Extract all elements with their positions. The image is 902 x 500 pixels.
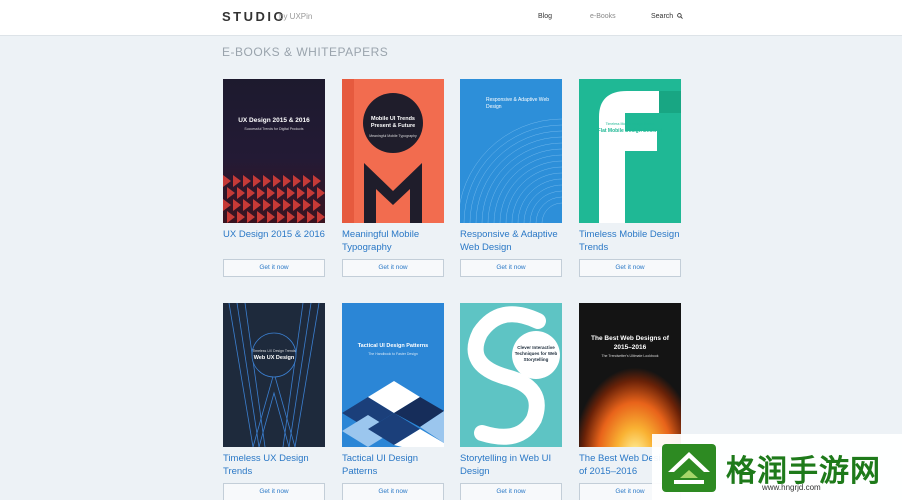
ebook-card: Mobile UI Trends Present & Future Meanin…: [342, 79, 444, 277]
ebook-cover[interactable]: Responsive & Adaptive Web Design: [460, 79, 562, 223]
ebook-title-link[interactable]: Meaningful Mobile Typography: [342, 229, 444, 254]
cover-subtitle: Successful Trends for Digital Products: [244, 127, 304, 131]
nav-ebooks-link[interactable]: e-Books: [590, 13, 616, 20]
get-it-now-button[interactable]: Get it now: [223, 259, 325, 277]
cover-title: Responsive & Adaptive Web Design: [486, 97, 550, 110]
ebook-cover[interactable]: Tactical UI Design Patterns The Handbook…: [342, 303, 444, 447]
cover-subtitle: The Trendsetter's Ultimate Lookbook: [601, 354, 659, 358]
ebook-title-link[interactable]: UX Design 2015 & 2016: [223, 229, 325, 254]
get-it-now-button[interactable]: Get it now: [460, 483, 562, 500]
nav-search-link[interactable]: Search: [651, 13, 683, 20]
cover-art: [579, 79, 681, 223]
ebook-cover[interactable]: Timeless UX Design Trends Web UX Design: [223, 303, 325, 447]
cover-subtitle: Timeless Mobile Design Trends: [605, 122, 655, 126]
cover-title: Mobile UI Trends Present & Future: [370, 116, 416, 129]
watermark-url: www.hngrjd.com: [762, 483, 821, 492]
ebook-card: Flat Mobile Design Evolved Timeless Mobi…: [579, 79, 681, 277]
cover-title: UX Design 2015 & 2016: [238, 117, 310, 124]
ebook-title-link[interactable]: Responsive & Adaptive Web Design: [460, 229, 562, 254]
ebook-card: Responsive & Adaptive Web Design Respons…: [460, 79, 562, 277]
ebook-card: Tactical UI Design Patterns The Handbook…: [342, 303, 444, 500]
cover-title: Clever Interactive Techniques for Web St…: [514, 345, 558, 362]
ebook-title-link[interactable]: Timeless UX Design Trends: [223, 453, 325, 478]
ebook-cover[interactable]: The Best Web Designs of 2015–2016 The Tr…: [579, 303, 681, 447]
by-uxpin-label: by UXPin: [279, 12, 313, 21]
get-it-now-button[interactable]: Get it now: [223, 483, 325, 500]
get-it-now-button[interactable]: Get it now: [342, 259, 444, 277]
watermark-logo-icon: [662, 444, 716, 492]
ebook-cover[interactable]: UX Design 2015 & 2016 Successful Trends …: [223, 79, 325, 223]
get-it-now-button[interactable]: Get it now: [460, 259, 562, 277]
cover-art: [460, 303, 562, 447]
cover-art: [223, 303, 325, 447]
ebook-card: Timeless UX Design Trends Web UX Design …: [223, 303, 325, 500]
ebook-title-link[interactable]: Tactical UI Design Patterns: [342, 453, 444, 478]
cover-title: Web UX Design: [253, 355, 295, 361]
site-watermark: 格润手游网 www.hngrjd.com: [652, 434, 902, 500]
cover-subtitle: Timeless UX Design Trends: [252, 349, 296, 353]
cover-art: [223, 79, 325, 223]
nav-blog-link[interactable]: Blog: [538, 13, 552, 20]
cover-title: Flat Mobile Design Evolved: [597, 128, 663, 134]
cover-subtitle: The Handbook to Faster Design: [368, 352, 418, 356]
ebook-cover[interactable]: Flat Mobile Design Evolved Timeless Mobi…: [579, 79, 681, 223]
studio-logo[interactable]: STUDIO: [222, 9, 286, 24]
top-navigation-bar: STUDIO by UXPin Blog e-Books Search: [0, 0, 902, 36]
cover-title: Tactical UI Design Patterns: [357, 343, 429, 349]
ebook-cover[interactable]: Mobile UI Trends Present & Future Meanin…: [342, 79, 444, 223]
get-it-now-button[interactable]: Get it now: [342, 483, 444, 500]
ebook-cover[interactable]: Clever Interactive Techniques for Web St…: [460, 303, 562, 447]
cover-title: The Best Web Designs of 2015–2016: [591, 335, 669, 351]
section-title: E-BOOKS & WHITEPAPERS: [222, 45, 389, 59]
nav-search-label: Search: [651, 13, 674, 20]
cover-subtitle: Meaningful Mobile Typography: [369, 134, 417, 138]
cover-art: [342, 303, 444, 447]
ebook-title-link[interactable]: Storytelling in Web UI Design: [460, 453, 562, 478]
cover-art: [579, 303, 681, 447]
ebook-card: UX Design 2015 & 2016 Successful Trends …: [223, 79, 325, 277]
ebook-card: Clever Interactive Techniques for Web St…: [460, 303, 562, 500]
ebook-title-link[interactable]: Timeless Mobile Design Trends: [579, 229, 681, 254]
search-icon: [677, 13, 683, 19]
cover-art: [342, 79, 444, 223]
get-it-now-button[interactable]: Get it now: [579, 259, 681, 277]
